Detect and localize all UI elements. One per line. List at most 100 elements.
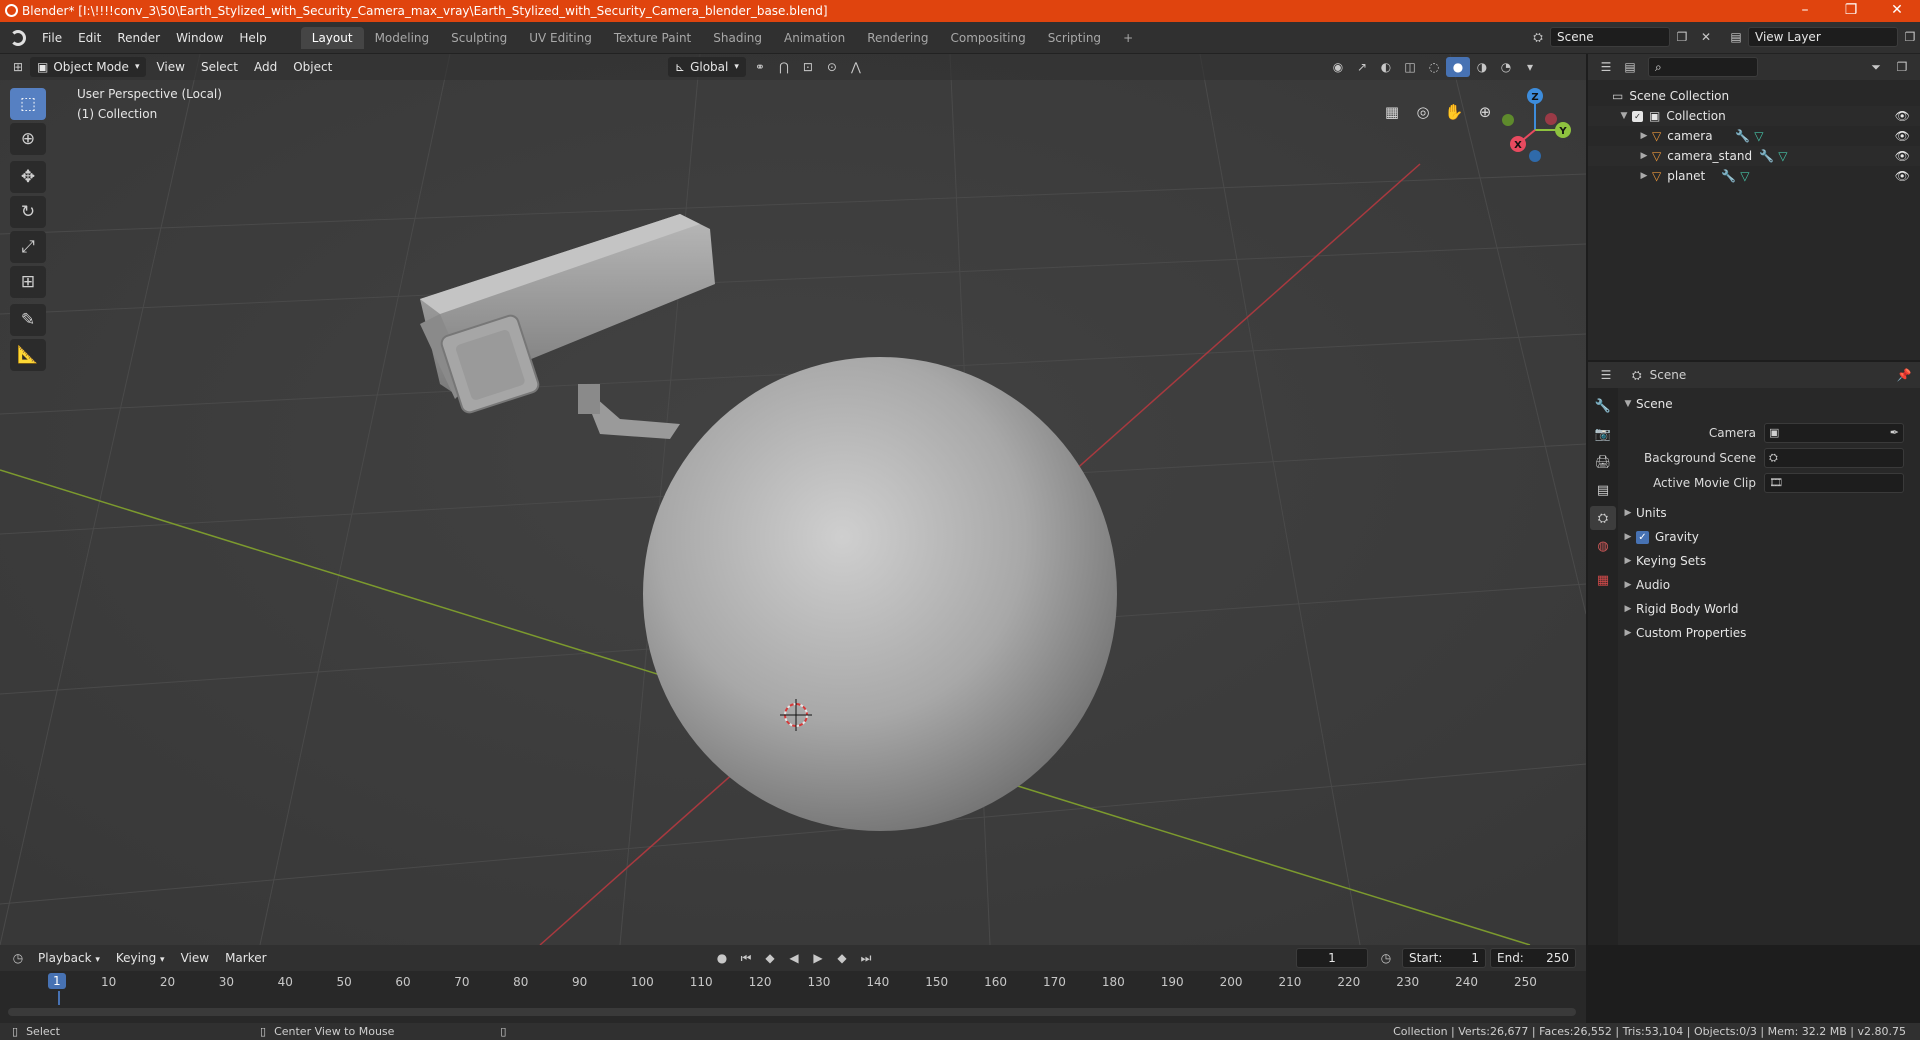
new-view-layer-icon[interactable]: ❐	[1898, 27, 1920, 47]
filter-icon[interactable]: ⏷	[1864, 57, 1888, 77]
new-scene-icon[interactable]: ❐	[1670, 27, 1694, 47]
snap-magnet-icon[interactable]: ⋂	[772, 57, 796, 77]
zoom-icon[interactable]: ⊕	[1471, 98, 1499, 126]
visibility-selectability-icon[interactable]: ◉	[1326, 57, 1350, 77]
units-panel-header[interactable]: ▶ Units	[1620, 501, 1920, 525]
viewport-menu-view[interactable]: View	[148, 60, 192, 74]
tab-shading[interactable]: Shading	[702, 27, 773, 49]
menu-file[interactable]: File	[34, 27, 70, 49]
preview-range-clock-icon[interactable]: ◷	[1374, 948, 1398, 968]
cursor-tool-icon[interactable]: ⊕	[10, 123, 46, 155]
camera-view-icon[interactable]: ◎	[1409, 98, 1437, 126]
menu-help[interactable]: Help	[231, 27, 274, 49]
eye-icon[interactable]: 👁	[1895, 129, 1910, 143]
jump-start-icon[interactable]: ⏮	[734, 948, 758, 968]
tool-tab-icon[interactable]: 🔧	[1590, 394, 1616, 418]
scene-panel-header[interactable]: ▼ Scene	[1620, 392, 1920, 416]
planet-sphere-model[interactable]	[643, 357, 1117, 831]
view-layer-tab-icon[interactable]: ▤	[1590, 478, 1616, 502]
display-mode-icon[interactable]: ▤	[1618, 57, 1642, 77]
tab-sculpting[interactable]: Sculpting	[440, 27, 518, 49]
mesh-data-icon[interactable]: ▽	[1740, 169, 1749, 183]
viewport-menu-add[interactable]: Add	[246, 60, 285, 74]
render-tab-icon[interactable]: 📷	[1590, 422, 1616, 446]
close-button[interactable]: ✕	[1874, 0, 1920, 22]
transform-orientation-dropdown[interactable]: ⊾ Global ▾	[668, 57, 746, 77]
timeline-menu-playback[interactable]: Playback ▾	[30, 951, 108, 965]
tab-modeling[interactable]: Modeling	[364, 27, 441, 49]
rotate-tool-icon[interactable]: ↻	[10, 196, 46, 228]
properties-editor-type-icon[interactable]: ☰	[1594, 365, 1618, 385]
tab-layout[interactable]: Layout	[300, 26, 364, 49]
viewport-scene[interactable]: Z Y X	[0, 54, 1586, 945]
mesh-data-icon[interactable]: ▽	[1778, 149, 1787, 163]
scene-browse-icon[interactable]: ⛭	[1526, 27, 1550, 47]
play-reverse-icon[interactable]: ◀	[782, 948, 806, 968]
view-layer-browse-icon[interactable]: ▤	[1724, 27, 1748, 47]
menu-window[interactable]: Window	[168, 27, 231, 49]
next-keyframe-icon[interactable]: ◆	[830, 948, 854, 968]
xray-toggle-icon[interactable]: ◫	[1398, 57, 1422, 77]
view-layer-field[interactable]: View Layer	[1748, 27, 1898, 47]
expand-arrow-icon[interactable]: ▶	[1636, 171, 1652, 181]
expand-arrow-icon[interactable]: ▶	[1636, 151, 1652, 161]
background-scene-field[interactable]: ⛭	[1764, 447, 1904, 468]
tab-animation[interactable]: Animation	[773, 27, 856, 49]
current-frame-indicator[interactable]: 1	[48, 973, 66, 989]
eye-icon[interactable]: 👁	[1895, 169, 1910, 183]
select-box-tool-icon[interactable]: ⬚	[10, 88, 46, 120]
outliner-row-scene-collection[interactable]: ▭ Scene Collection	[1588, 86, 1920, 106]
tab-uv-editing[interactable]: UV Editing	[518, 27, 603, 49]
shading-options-icon[interactable]: ▾	[1518, 57, 1542, 77]
toggle-ortho-grid-icon[interactable]: ▦	[1378, 98, 1406, 126]
timeline-menu-view[interactable]: View	[173, 951, 217, 965]
custom-properties-panel-header[interactable]: ▶ Custom Properties	[1620, 621, 1920, 645]
viewport-menu-object[interactable]: Object	[285, 60, 340, 74]
proportional-falloff-icon[interactable]: ⋀	[844, 57, 868, 77]
overlays-toggle-icon[interactable]: ◐	[1374, 57, 1398, 77]
jump-end-icon[interactable]: ⏭	[854, 948, 878, 968]
timeline-menu-marker[interactable]: Marker	[217, 951, 274, 965]
record-keyframe-icon[interactable]: ●	[710, 948, 734, 968]
proportional-edit-icon[interactable]: ⊙	[820, 57, 844, 77]
move-tool-icon[interactable]: ✥	[10, 161, 46, 193]
gravity-checkbox[interactable]: ✓	[1636, 530, 1649, 544]
mesh-data-icon[interactable]: ▽	[1754, 129, 1763, 143]
end-frame-field[interactable]: End: 250	[1490, 948, 1576, 968]
tab-rendering[interactable]: Rendering	[856, 27, 939, 49]
active-movie-clip-field[interactable]: 🎞	[1764, 472, 1904, 493]
tab-texture-paint[interactable]: Texture Paint	[603, 27, 702, 49]
transform-tool-icon[interactable]: ⊞	[10, 266, 46, 298]
outliner-search-input[interactable]: ⌕	[1648, 57, 1758, 77]
maximize-button[interactable]: ❐	[1828, 0, 1874, 22]
shading-wireframe-icon[interactable]: ◌	[1422, 57, 1446, 77]
scene-name-field[interactable]: Scene	[1550, 27, 1670, 47]
new-collection-icon[interactable]: ❐	[1890, 57, 1914, 77]
annotate-tool-icon[interactable]: ✎	[10, 304, 46, 336]
viewport-menu-select[interactable]: Select	[193, 60, 246, 74]
tab-compositing[interactable]: Compositing	[939, 27, 1036, 49]
pan-hand-icon[interactable]: ✋	[1440, 98, 1468, 126]
editor-type-icon[interactable]: ⊞	[6, 57, 30, 77]
modifier-wrench-icon[interactable]: 🔧	[1735, 129, 1750, 143]
scale-tool-icon[interactable]: ⤢	[10, 231, 46, 263]
shading-rendered-icon[interactable]: ◔	[1494, 57, 1518, 77]
prev-keyframe-icon[interactable]: ◆	[758, 948, 782, 968]
outliner-row-camera[interactable]: ▶ ▽ camera 🔧 ▽ 👁	[1588, 126, 1920, 146]
snap-target-icon[interactable]: ⊡	[796, 57, 820, 77]
output-tab-icon[interactable]: 🖨	[1590, 450, 1616, 474]
object-mode-dropdown[interactable]: ▣ Object Mode ▾	[30, 57, 147, 77]
start-frame-field[interactable]: Start: 1	[1402, 948, 1486, 968]
blender-logo-icon[interactable]	[10, 29, 26, 46]
minimize-button[interactable]: –	[1782, 0, 1828, 22]
timeline-menu-keying[interactable]: Keying ▾	[108, 951, 173, 965]
tab-scripting[interactable]: Scripting	[1037, 27, 1112, 49]
eyedropper-icon[interactable]: ✒	[1890, 426, 1899, 439]
eye-icon[interactable]: 👁	[1895, 149, 1910, 163]
scene-tab-icon[interactable]: ⛭	[1590, 506, 1616, 530]
pin-icon[interactable]: 📌	[1892, 365, 1916, 385]
audio-panel-header[interactable]: ▶ Audio	[1620, 573, 1920, 597]
menu-render[interactable]: Render	[109, 27, 168, 49]
collection-exclude-checkbox[interactable]: ✓	[1632, 110, 1643, 122]
keying-sets-panel-header[interactable]: ▶ Keying Sets	[1620, 549, 1920, 573]
